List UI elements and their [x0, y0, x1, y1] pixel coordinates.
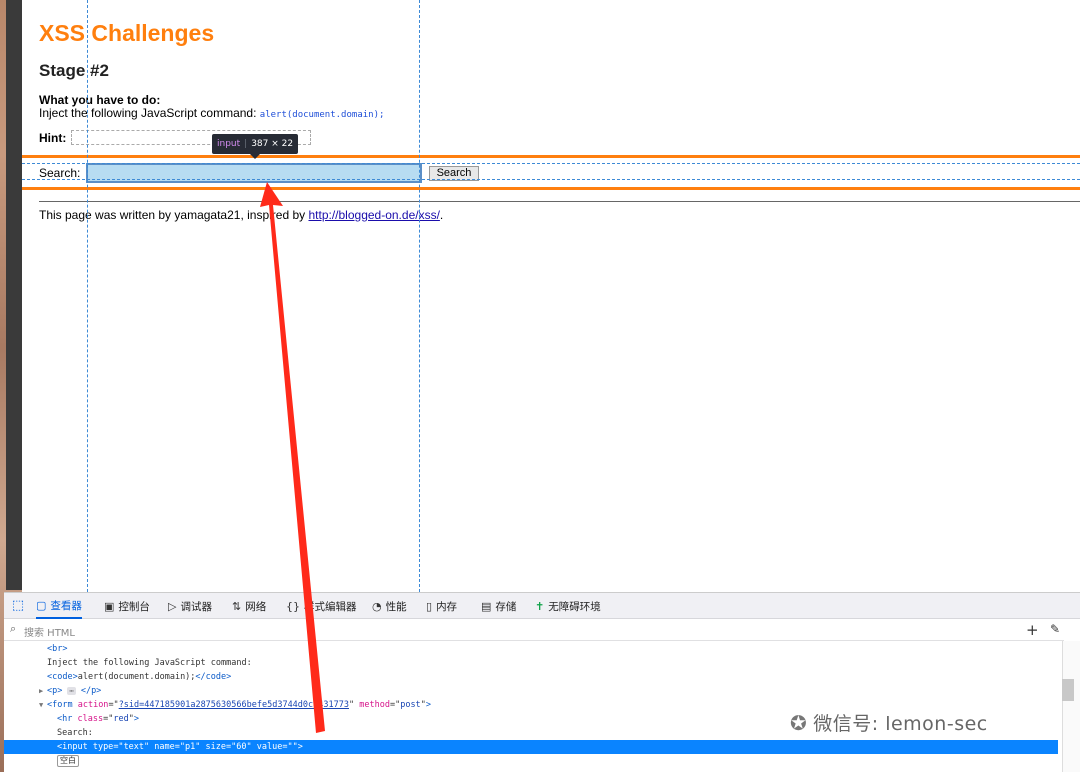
highlight-guide-left	[87, 0, 88, 592]
inject-code: alert(document.domain);	[259, 110, 385, 120]
footer-link[interactable]: http://blogged-on.de/xss/	[308, 208, 439, 222]
element-size-tooltip: input | 387 × 22	[212, 134, 299, 154]
network-icon: ⇅	[232, 599, 242, 613]
tab-label: 无障碍环境	[548, 600, 601, 613]
page-title: XSS Challenges	[39, 20, 215, 46]
tab-label: 存储	[495, 600, 517, 613]
highlight-guide-right	[419, 0, 420, 592]
tooltip-tag: input	[217, 139, 241, 149]
add-node-icon[interactable]: +	[1026, 621, 1039, 639]
footer-divider	[39, 201, 1080, 202]
tab-network[interactable]: ⇅ 网络	[232, 593, 266, 619]
tab-label: 控制台	[118, 600, 150, 613]
highlight-guide-bottom	[22, 179, 1080, 180]
task-heading: What you have to do:	[39, 93, 161, 107]
expand-triangle-icon[interactable]: ▶	[39, 684, 47, 698]
memory-icon: ▯	[426, 599, 433, 613]
footer-text: This page was written by yamagata21, ins…	[39, 208, 306, 222]
scrollbar[interactable]	[1062, 679, 1074, 701]
tooltip-arrow	[250, 154, 260, 159]
collapse-triangle-icon[interactable]: ▼	[39, 698, 47, 712]
markup-tree: <br> Inject the following JavaScript com…	[4, 641, 1058, 772]
tab-label: 性能	[385, 600, 407, 613]
devtools-panel: ⬚ ▢ 查看器 ▣ 控制台 ▷ 调试器 ⇅ 网络 {} 样式编辑器 ◔ 性能 ▯ 内存 ▤ 存储…	[4, 592, 1080, 772]
tree-node[interactable]: 空白	[4, 754, 1058, 768]
task-description: Inject the following JavaScript command:…	[39, 106, 384, 120]
tab-debugger[interactable]: ▷ 调试器	[168, 593, 212, 619]
debugger-icon: ▷	[168, 599, 177, 613]
window-edge	[6, 0, 22, 590]
tab-style-editor[interactable]: {} 样式编辑器	[286, 593, 357, 619]
inject-text: Inject the following JavaScript command:	[39, 106, 257, 120]
whitespace-badge: 空白	[57, 755, 79, 767]
accessibility-icon: ✝	[535, 599, 545, 613]
eyedropper-icon[interactable]: ✎	[1050, 622, 1060, 636]
watermark-text: 微信号: lemon-sec	[813, 713, 988, 735]
search-label: Search:	[39, 166, 81, 180]
element-picker-icon[interactable]: ⬚	[10, 598, 26, 614]
tree-node[interactable]: <br>	[4, 642, 1058, 656]
web-page: XSS Challenges Stage #2 What you have to…	[22, 0, 1080, 592]
html-search-input[interactable]: 搜索 HTML	[24, 624, 75, 639]
tab-storage[interactable]: ▤ 存储	[481, 593, 516, 619]
highlight-guide-top	[22, 163, 1080, 164]
tab-label: 查看器	[50, 599, 82, 612]
tab-performance[interactable]: ◔ 性能	[372, 593, 407, 619]
console-icon: ▣	[104, 599, 115, 613]
tab-label: 内存	[436, 600, 458, 613]
orange-divider-bottom	[22, 187, 1080, 190]
tree-node[interactable]: <code>alert(document.domain);</code>	[4, 670, 1058, 684]
tab-accessibility[interactable]: ✝ 无障碍环境	[535, 593, 601, 619]
tree-node-selected-input[interactable]: <input type="text" name="p1" size="60" v…	[4, 740, 1058, 754]
tab-console[interactable]: ▣ 控制台	[104, 593, 150, 619]
tab-label: 调试器	[180, 600, 212, 613]
hint-label: Hint:	[39, 131, 67, 145]
tree-node[interactable]: ▶ <p> ⋯ </p>	[4, 684, 1058, 698]
inspector-icon: ▢	[36, 598, 47, 612]
watermark: ✪ 微信号: lemon-sec	[790, 709, 988, 736]
tab-inspector[interactable]: ▢ 查看器	[36, 593, 82, 619]
footer: This page was written by yamagata21, ins…	[39, 208, 443, 222]
wechat-icon: ✪	[790, 711, 808, 735]
style-editor-icon: {}	[286, 599, 300, 613]
search-input[interactable]	[86, 163, 422, 183]
footer-end: .	[439, 208, 444, 222]
html-search-bar[interactable]: ⌕ 搜索 HTML + ✎	[4, 619, 1064, 641]
orange-divider-top	[22, 155, 1080, 158]
stage-heading: Stage #2	[39, 61, 109, 80]
collapsed-content-icon[interactable]: ⋯	[67, 687, 76, 695]
storage-icon: ▤	[481, 599, 492, 613]
search-icon: ⌕	[10, 622, 17, 635]
performance-icon: ◔	[372, 599, 382, 613]
tab-label: 样式编辑器	[304, 600, 357, 613]
tree-node[interactable]: Inject the following JavaScript command:	[4, 656, 1058, 670]
rules-panel	[1062, 641, 1080, 772]
tooltip-size: 387 × 22	[251, 139, 294, 149]
devtools-tabbar: ⬚ ▢ 查看器 ▣ 控制台 ▷ 调试器 ⇅ 网络 {} 样式编辑器 ◔ 性能 ▯ 内存 ▤ 存储…	[4, 593, 1080, 619]
tab-label: 网络	[245, 600, 267, 613]
tab-memory[interactable]: ▯ 内存	[426, 593, 457, 619]
